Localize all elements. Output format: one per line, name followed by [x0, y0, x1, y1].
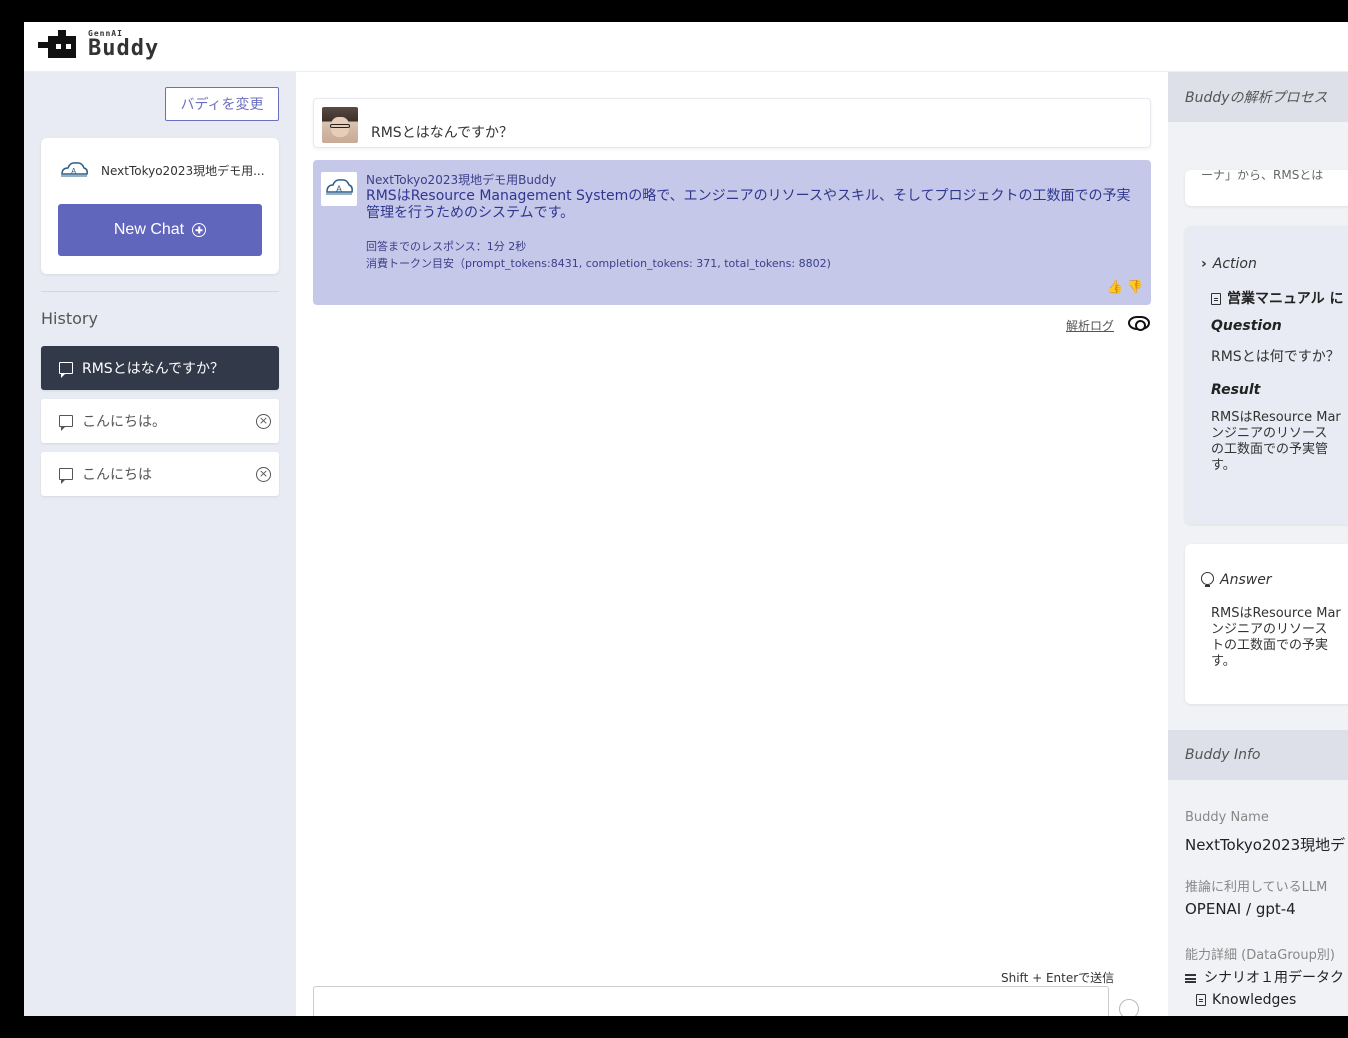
- thumbs-up-icon[interactable]: 👍: [1106, 280, 1122, 295]
- ability-group-text: シナリオ１用データク: [1204, 970, 1344, 986]
- user-message: RMSとはなんですか？: [313, 98, 1151, 148]
- svg-text:A: A: [71, 167, 77, 176]
- list-icon: [1185, 973, 1196, 983]
- chat-main: RMSとはなんですか？ A NextTokyo2023現地デモ用Buddy RM…: [296, 72, 1168, 1016]
- token-usage: 消費トークン目安（prompt_tokens:8431, completion_…: [366, 257, 831, 270]
- history-item-label: こんにちは。: [82, 414, 166, 430]
- history-item[interactable]: RMSとはなんですか？: [41, 346, 279, 390]
- sidebar: バディを変更 A NextTokyo2023現地デモ用... New Chat …: [24, 72, 296, 1016]
- chat-input[interactable]: [313, 986, 1109, 1016]
- result-label: Result: [1211, 382, 1261, 398]
- history-item-label: こんにちは: [82, 467, 152, 483]
- action-toggle[interactable]: › Action: [1201, 256, 1257, 272]
- analysis-panel: Buddyの解析プロセス ーナ」から、RMSとは › Action 営業マニュアル…: [1168, 72, 1348, 1016]
- svg-text:A: A: [336, 184, 342, 194]
- thumbs-down-icon[interactable]: 👎: [1127, 280, 1143, 295]
- answer-heading: Answer: [1201, 572, 1272, 588]
- plus-circle-icon: [192, 223, 207, 237]
- chevron-right-icon: ›: [1201, 256, 1207, 272]
- buddy-card: A NextTokyo2023現地デモ用... New Chat: [41, 138, 279, 274]
- eye-icon[interactable]: [1128, 316, 1150, 331]
- document-icon: [1196, 994, 1206, 1006]
- step-fragment-text: ーナ」から、RMSとは: [1201, 170, 1324, 182]
- action-doc: 営業マニュアル に: [1211, 288, 1343, 308]
- question-text: RMSとは何ですか？: [1211, 349, 1340, 365]
- document-icon: [1211, 293, 1221, 305]
- ability-sub-text: Knowledges: [1212, 992, 1297, 1008]
- user-avatar: [322, 107, 358, 143]
- answer-card: Answer RMSはResource Mar ンジニアのリソース トの工数面で…: [1185, 544, 1348, 704]
- new-chat-button[interactable]: New Chat: [58, 204, 262, 256]
- result-text: RMSはResource Mar ンジニアのリソース の工数面での予実管 す。: [1211, 410, 1341, 473]
- ability-sub[interactable]: Knowledges: [1196, 992, 1296, 1008]
- send-hint: Shift + Enterで送信: [1001, 971, 1115, 985]
- buddy-name-value: NextTokyo2023現地デ: [1185, 836, 1346, 854]
- user-message-text: RMSとはなんですか？: [371, 125, 513, 141]
- feedback-buttons: 👍 👎: [1106, 280, 1143, 295]
- lightbulb-icon: [1201, 572, 1214, 588]
- question-label: Question: [1211, 318, 1282, 334]
- header: GennAI Buddy: [24, 22, 1348, 72]
- buddy-name-label: Buddy Name: [1185, 810, 1269, 825]
- new-chat-label: New Chat: [113, 221, 185, 238]
- logo-big-text: Buddy: [88, 36, 160, 61]
- llm-label: 推論に利用しているLLM: [1185, 880, 1328, 895]
- llm-value: OPENAI / gpt-4: [1185, 900, 1296, 918]
- bot-message-text: RMSはResource Management Systemの略で、エンジニアの…: [366, 188, 1131, 221]
- process-step-card: ーナ」から、RMSとは: [1185, 170, 1348, 206]
- buddy-name: NextTokyo2023現地デモ用...: [101, 163, 265, 178]
- chat-bubble-icon: [59, 362, 73, 378]
- process-header: Buddyの解析プロセス: [1168, 72, 1348, 122]
- delete-history-icon[interactable]: ×: [256, 413, 271, 429]
- answer-label: Answer: [1220, 572, 1272, 588]
- ability-label: 能力詳細 (DataGroup別): [1185, 948, 1335, 963]
- sidebar-divider: [41, 291, 279, 292]
- history-item[interactable]: こんにちは。 ×: [41, 399, 279, 443]
- chat-bubble-icon: [59, 468, 73, 484]
- history-item-label: RMSとはなんですか？: [82, 361, 224, 377]
- analysis-log-link[interactable]: 解析ログ: [1066, 317, 1114, 334]
- history-title: History: [41, 309, 98, 328]
- buddy-info-header: Buddy Info: [1168, 730, 1348, 780]
- delete-history-icon[interactable]: ×: [256, 466, 271, 482]
- bot-avatar: A: [321, 172, 357, 206]
- ability-group[interactable]: シナリオ１用データク: [1185, 967, 1344, 987]
- send-button-icon[interactable]: [1119, 999, 1139, 1016]
- change-buddy-button[interactable]: バディを変更: [165, 87, 279, 121]
- action-label: Action: [1212, 256, 1257, 272]
- app-window: GennAI Buddy バディを変更 A NextTokyo2023現地デモ用…: [24, 22, 1348, 1016]
- app-logo[interactable]: GennAI Buddy: [36, 30, 159, 60]
- answer-text: RMSはResource Mar ンジニアのリソース トの工数面での予実 す。: [1211, 606, 1341, 669]
- action-doc-text: 営業マニュアル に: [1227, 291, 1344, 307]
- bot-message: A NextTokyo2023現地デモ用Buddy RMSはResource M…: [313, 160, 1151, 305]
- response-time: 回答までのレスポンス：1分 2秒: [366, 240, 527, 253]
- robot-logo-icon: [36, 30, 80, 60]
- action-card: › Action 営業マニュアル に Question RMSとは何ですか？ Re…: [1185, 226, 1348, 524]
- chat-bubble-icon: [59, 415, 73, 431]
- bot-name: NextTokyo2023現地デモ用Buddy: [366, 173, 557, 187]
- cloud-ace-logo-icon: A: [326, 179, 353, 195]
- history-item[interactable]: こんにちは ×: [41, 452, 279, 496]
- cloud-ace-logo-icon: A: [61, 162, 88, 177]
